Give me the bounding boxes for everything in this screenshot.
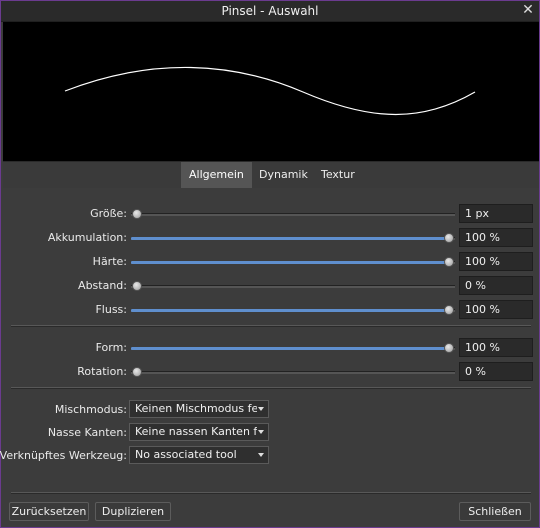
close-button[interactable]: Schließen [459,502,531,521]
chevron-down-icon [258,430,264,434]
slider-row-abstand: Abstand: 0 % [3,276,539,296]
reset-button[interactable]: Zurücksetzen [9,502,89,521]
window-title: Pinsel - Auswahl [221,4,319,18]
size-slider[interactable] [131,209,455,219]
rotation-slider[interactable] [131,367,455,377]
tab-dynamik[interactable]: Dynamik [251,162,316,188]
shape-value-field[interactable]: 100 % [459,338,533,357]
brush-dialog: Pinsel - Auswahl ✕ Allgemein Dynamik Tex… [0,0,540,528]
divider [11,325,531,327]
slider-label: Härte: [92,255,127,268]
dropdown-value: No associated tool [135,448,237,461]
wet-edges-dropdown[interactable]: Keine nassen Kanten fest [129,423,269,441]
flow-slider[interactable] [131,305,455,315]
slider-label: Akkumulation: [47,231,127,244]
close-icon[interactable]: ✕ [521,2,535,18]
flow-value-field[interactable]: 100 % [459,300,533,319]
dropdown-label: Verknüpftes Werkzeug: [0,449,127,462]
slider-row-rotation: Rotation: 0 % [3,362,539,382]
brush-preview [3,22,539,161]
accumulation-value-field[interactable]: 100 % [459,228,533,247]
slider-thumb[interactable] [132,209,142,219]
size-value-field[interactable]: 1 px [459,204,533,223]
associated-tool-dropdown[interactable]: No associated tool [129,446,269,464]
title-bar[interactable]: Pinsel - Auswahl ✕ [1,1,539,22]
slider-label: Größe: [90,207,127,220]
slider-fill [131,261,449,264]
blend-mode-dropdown[interactable]: Keinen Mischmodus festl [129,400,269,418]
shape-slider[interactable] [131,343,455,353]
tab-bar: Allgemein Dynamik Textur [3,161,539,189]
settings-panel: Größe: 1 px Akkumulation: 100 % Härte: 1… [0,188,539,526]
spacing-value-field[interactable]: 0 % [459,276,533,295]
slider-label: Fluss: [95,303,127,316]
divider [11,492,531,494]
slider-row-fluss: Fluss: 100 % [3,300,539,320]
accumulation-slider[interactable] [131,233,455,243]
slider-row-akkumulation: Akkumulation: 100 % [3,228,539,248]
dropdown-label: Mischmodus: [54,403,127,416]
dropdown-row-mischmodus: Mischmodus: Keinen Mischmodus festl [3,400,539,420]
slider-fill [131,347,449,350]
slider-label: Form: [95,341,127,354]
dropdown-value: Keine nassen Kanten fest [135,425,257,438]
hardness-value-field[interactable]: 100 % [459,252,533,271]
slider-label: Rotation: [77,365,127,378]
slider-row-form: Form: 100 % [3,338,539,358]
tab-allgemein[interactable]: Allgemein [181,162,252,188]
dropdown-row-nasse-kanten: Nasse Kanten: Keine nassen Kanten fest [3,423,539,443]
chevron-down-icon [258,407,264,411]
slider-label: Abstand: [78,279,127,292]
brush-stroke [64,66,476,116]
slider-thumb[interactable] [132,367,142,377]
dropdown-value: Keinen Mischmodus festl [135,402,257,415]
slider-row-groesse: Größe: 1 px [3,204,539,224]
slider-row-haerte: Härte: 100 % [3,252,539,272]
slider-fill [131,237,449,240]
tab-textur[interactable]: Textur [313,162,363,188]
chevron-down-icon [258,453,264,457]
slider-thumb[interactable] [444,257,454,267]
hardness-slider[interactable] [131,257,455,267]
duplicate-button[interactable]: Duplizieren [95,502,171,521]
slider-thumb[interactable] [444,233,454,243]
slider-fill [131,309,449,312]
rotation-value-field[interactable]: 0 % [459,362,533,381]
dropdown-label: Nasse Kanten: [47,426,127,439]
slider-thumb[interactable] [444,343,454,353]
brush-stroke-preview [64,66,476,116]
dropdown-row-werkzeug: Verknüpftes Werkzeug: No associated tool [0,446,539,466]
slider-thumb[interactable] [132,281,142,291]
slider-thumb[interactable] [444,305,454,315]
spacing-slider[interactable] [131,281,455,291]
divider [11,387,531,389]
